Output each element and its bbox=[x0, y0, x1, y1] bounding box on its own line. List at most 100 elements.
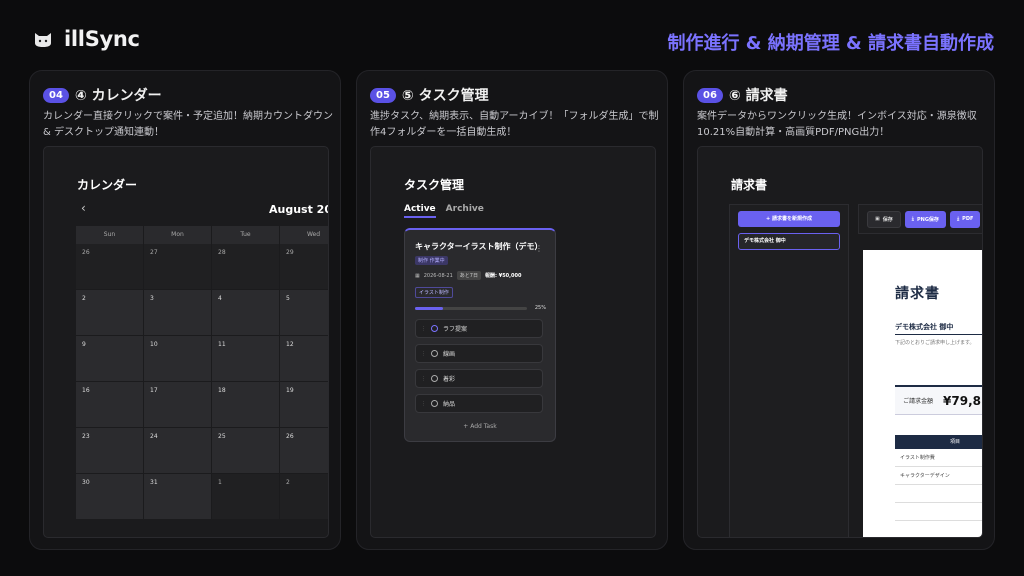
save-button[interactable]: ▣ 保存 bbox=[867, 210, 901, 228]
countdown-badge: あと7日 bbox=[456, 271, 481, 280]
invoice-feature-panel: 06 ⑥ 請求書 案件データからワンクリック生成！インボイス対応・源泉徴収10.… bbox=[683, 70, 995, 550]
task-card[interactable]: キャラクターイラスト制作（デモ） ⋮ 制作 作業中 ▦ 2026-08-21 あ… bbox=[404, 228, 556, 442]
calendar-feature-panel: 04 ④ カレンダー カレンダー直接クリックで案件・予定追加！納期カウントダウン… bbox=[29, 70, 341, 550]
calendar-day[interactable]: 23 bbox=[76, 428, 144, 474]
calendar-day[interactable]: 26 bbox=[76, 244, 144, 290]
invoice-screenshot: 請求書 + 請求書を新規作成 デモ株式会社 御中 ▣ 保存 ⤓ PNG保存 ⤓ PDF… bbox=[697, 146, 983, 538]
invoice-list-item[interactable]: デモ株式会社 御中 bbox=[738, 233, 840, 250]
status-badge: 制作 作業中 bbox=[415, 256, 448, 265]
progress-percent: 25% bbox=[534, 305, 546, 311]
calendar-day[interactable]: 19 bbox=[280, 382, 328, 428]
subtask-label: ラフ提案 bbox=[443, 326, 468, 333]
calendar-day[interactable]: 27 bbox=[144, 244, 212, 290]
document-heading: 請求書 bbox=[895, 286, 940, 302]
subtask-item[interactable]: ⋮ ラフ提案 bbox=[415, 319, 543, 338]
feature-number-badge: 04 bbox=[43, 87, 69, 103]
weekday-header: Sun Mon Tue Wed bbox=[76, 226, 328, 244]
subtask-label: 着彩 bbox=[443, 376, 456, 383]
download-icon: ⤓ bbox=[911, 216, 914, 222]
table-row bbox=[895, 503, 982, 521]
feature-title: ④ カレンダー bbox=[74, 88, 162, 104]
total-label: ご請求金額 bbox=[903, 398, 934, 405]
chevron-left-icon[interactable]: ‹ bbox=[81, 201, 86, 215]
subtask-item[interactable]: ⋮ 線画 bbox=[415, 344, 543, 363]
circle-icon[interactable] bbox=[431, 350, 438, 357]
calendar-week: 23 24 25 26 bbox=[76, 428, 328, 474]
save-icon: ▣ bbox=[875, 216, 880, 222]
add-task-button[interactable]: + Add Task bbox=[405, 423, 555, 430]
calendar-day[interactable]: 4 bbox=[212, 290, 280, 336]
calendar-day[interactable]: 30 bbox=[76, 474, 144, 520]
subtask-item[interactable]: ⋮ 着彩 bbox=[415, 369, 543, 388]
task-tabs: Active Archive bbox=[404, 204, 484, 218]
calendar-day[interactable]: 26 bbox=[280, 428, 328, 474]
calendar-day[interactable]: 12 bbox=[280, 336, 328, 382]
pdf-button[interactable]: ⤓ PDF bbox=[949, 210, 981, 228]
calendar-day[interactable]: 9 bbox=[76, 336, 144, 382]
pdf-label: PDF bbox=[962, 216, 974, 222]
feature-title: ⑥ 請求書 bbox=[728, 88, 788, 104]
calendar-day[interactable]: 3 bbox=[144, 290, 212, 336]
calendar-day[interactable]: 31 bbox=[144, 474, 212, 520]
feature-number-badge: 05 bbox=[370, 87, 396, 103]
calendar-icon: ▦ bbox=[415, 272, 420, 279]
invoice-document-preview: 請求書 デモ株式会社 御中 下記のとおりご請求申し上げます。 ご請求金額 ¥79… bbox=[863, 250, 982, 537]
cat-icon bbox=[35, 33, 51, 47]
client-name: デモ株式会社 御中 bbox=[895, 323, 954, 331]
total-value: ¥79,8 bbox=[943, 393, 981, 408]
feature-description: 進捗タスク、納期表示、自動アーカイブ！「フォルダ生成」で制作4フォルダーを一括自… bbox=[370, 111, 659, 138]
calendar-week: 9 10 11 12 bbox=[76, 336, 328, 382]
calendar-day[interactable]: 2 bbox=[76, 290, 144, 336]
subtask-label: 線画 bbox=[443, 351, 456, 358]
calendar-title: カレンダー bbox=[77, 178, 138, 192]
divider bbox=[895, 334, 982, 335]
weekday-label: Tue bbox=[212, 226, 280, 244]
tab-active[interactable]: Active bbox=[404, 204, 436, 218]
calendar-day[interactable]: 1 bbox=[212, 474, 280, 520]
drag-handle-icon[interactable]: ⋮ bbox=[421, 401, 426, 407]
check-circle-icon[interactable] bbox=[431, 325, 438, 332]
calendar-week: 16 17 18 19 bbox=[76, 382, 328, 428]
tagline: 制作進行 & 納期管理 & 請求書自動作成 bbox=[667, 33, 994, 54]
total-amount-box: ご請求金額 ¥79,8 bbox=[895, 385, 982, 415]
invoice-sidebar: + 請求書を新規作成 デモ株式会社 御中 bbox=[729, 204, 849, 537]
calendar-day[interactable]: 10 bbox=[144, 336, 212, 382]
due-date: 2026-08-21 bbox=[423, 272, 453, 279]
circle-icon[interactable] bbox=[431, 400, 438, 407]
app-title: illSync bbox=[64, 27, 140, 51]
calendar-day[interactable]: 24 bbox=[144, 428, 212, 474]
circle-icon[interactable] bbox=[431, 375, 438, 382]
calendar-day[interactable]: 11 bbox=[212, 336, 280, 382]
invoice-toolbar: ▣ 保存 ⤓ PNG保存 ⤓ PDF bbox=[858, 204, 982, 234]
png-save-button[interactable]: ⤓ PNG保存 bbox=[904, 210, 946, 228]
subtask-item[interactable]: ⋮ 納品 bbox=[415, 394, 543, 413]
tab-archive[interactable]: Archive bbox=[446, 204, 484, 218]
feature-description: カレンダー直接クリックで案件・予定追加！納期カウントダウン & デスクトップ通知… bbox=[43, 111, 333, 138]
progress-fill bbox=[415, 307, 443, 310]
save-label: 保存 bbox=[882, 216, 893, 223]
calendar-week: 30 31 1 2 bbox=[76, 474, 328, 520]
calendar-day[interactable]: 29 bbox=[280, 244, 328, 290]
task-card-title: キャラクターイラスト制作（デモ） bbox=[415, 242, 543, 251]
fee-label: 報酬: ¥50,000 bbox=[484, 273, 522, 279]
calendar-day[interactable]: 18 bbox=[212, 382, 280, 428]
feature-description: 案件データからワンクリック生成！インボイス対応・源泉徴収10.21%自動計算・高… bbox=[697, 111, 977, 138]
calendar-day[interactable]: 17 bbox=[144, 382, 212, 428]
calendar-day[interactable]: 16 bbox=[76, 382, 144, 428]
calendar-day[interactable]: 25 bbox=[212, 428, 280, 474]
table-row bbox=[895, 485, 982, 503]
drag-handle-icon[interactable]: ⋮ bbox=[421, 376, 426, 382]
table-header: 項目 bbox=[895, 435, 982, 449]
calendar-screenshot: カレンダー ‹ August 2026 Sun Mon Tue Wed 26 2… bbox=[43, 146, 329, 538]
more-options-icon[interactable]: ⋮ bbox=[535, 244, 543, 253]
calendar-day[interactable]: 28 bbox=[212, 244, 280, 290]
drag-handle-icon[interactable]: ⋮ bbox=[421, 326, 426, 332]
calendar-day[interactable]: 2 bbox=[280, 474, 328, 520]
calendar-day[interactable]: 5 bbox=[280, 290, 328, 336]
task-meta: ▦ 2026-08-21 あと7日 報酬: ¥50,000 bbox=[415, 271, 522, 280]
new-invoice-button[interactable]: + 請求書を新規作成 bbox=[738, 211, 840, 227]
weekday-label: Wed bbox=[280, 226, 328, 244]
drag-handle-icon[interactable]: ⋮ bbox=[421, 351, 426, 357]
download-icon: ⤓ bbox=[956, 216, 960, 222]
weekday-label: Sun bbox=[76, 226, 144, 244]
